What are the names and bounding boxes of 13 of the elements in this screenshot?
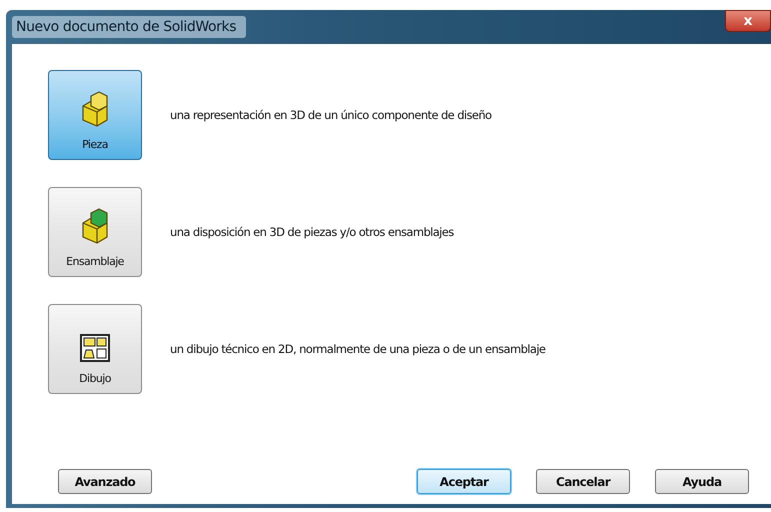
template-tile[interactable]: Ensamblaje (48, 187, 142, 277)
template-description: una disposición en 3D de piezas y/o otros ensamblajes (170, 225, 454, 239)
template-tile[interactable]: Dibujo (48, 304, 142, 394)
dialog-button[interactable]: Aceptar (417, 469, 511, 494)
template-tile[interactable]: Pieza (48, 70, 142, 160)
dialog-button[interactable]: Cancelar (536, 469, 630, 494)
dialog-button[interactable]: Ayuda (655, 469, 749, 494)
advanced-button[interactable]: Avanzado (58, 469, 152, 494)
template-description: un dibujo técnico en 2D, normalmente de una pieza o de un ensamblaje (170, 342, 546, 356)
close-button[interactable]: x (725, 10, 771, 32)
drawing-sheet-icon (80, 334, 110, 362)
template-description: una representación en 3D de un único componente de diseño (170, 108, 492, 122)
window-title: Nuevo documento de SolidWorks (12, 16, 246, 38)
